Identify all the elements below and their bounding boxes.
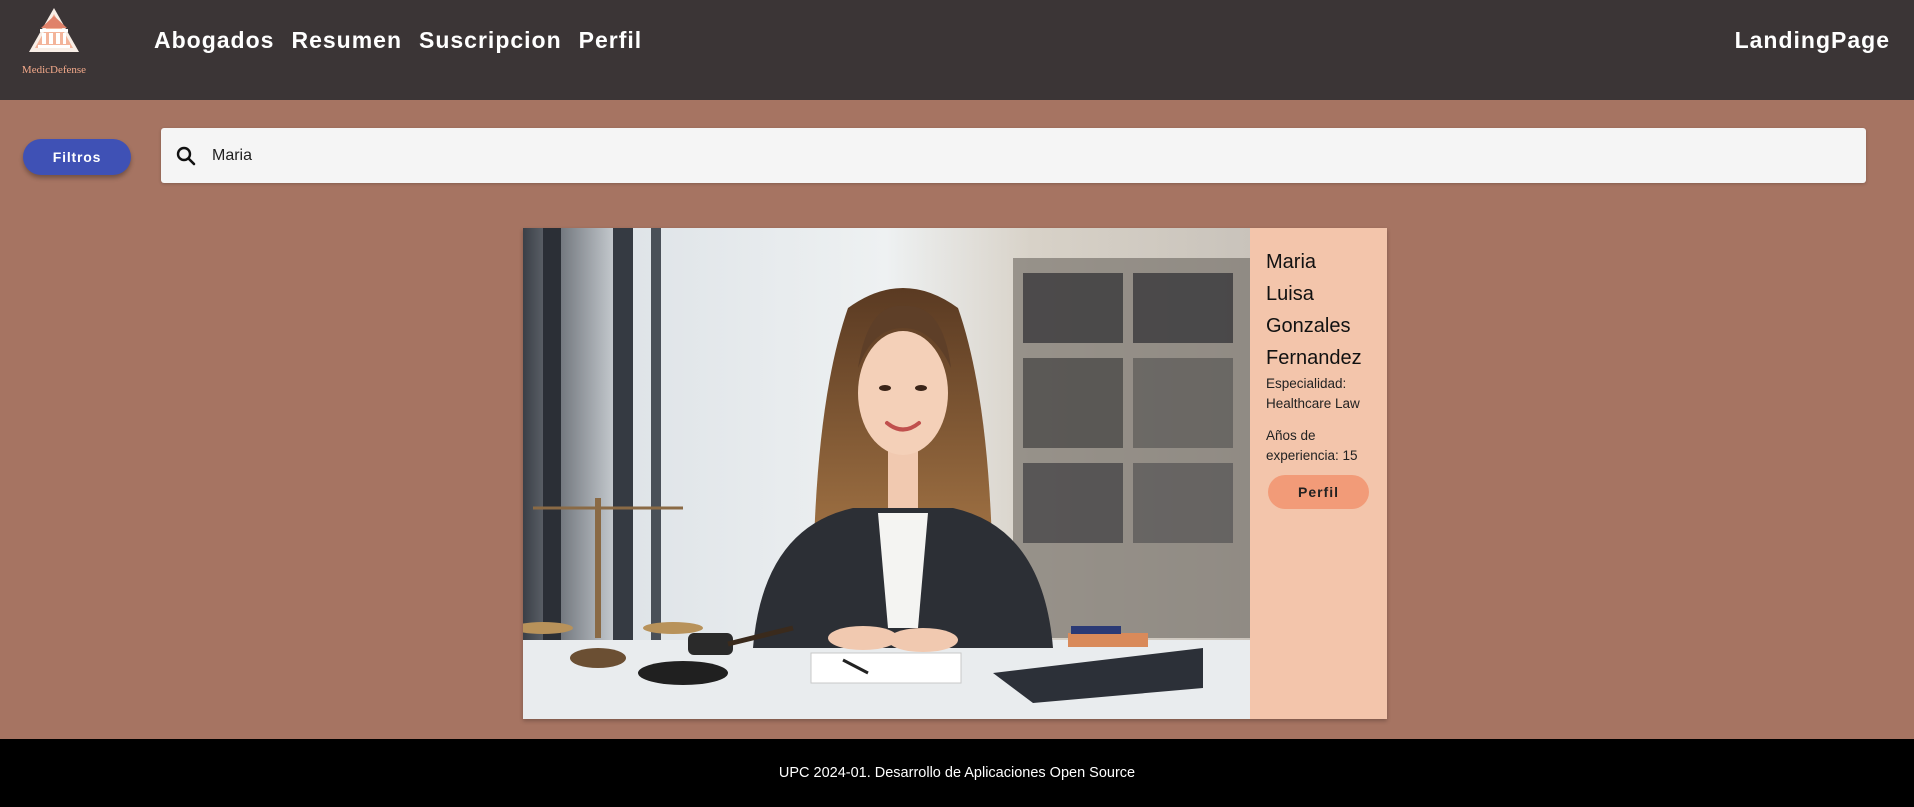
lawyer-name-line: Gonzales — [1266, 315, 1351, 337]
search-bar — [161, 128, 1866, 183]
main-nav: Abogados Resumen Suscripcion Perfil — [154, 24, 642, 56]
search-input[interactable] — [212, 140, 1812, 171]
nav-perfil[interactable]: Perfil — [579, 24, 643, 56]
nav-suscripcion[interactable]: Suscripcion — [419, 24, 562, 56]
nav-abogados[interactable]: Abogados — [154, 24, 274, 56]
footer: UPC 2024-01. Desarrollo de Aplicaciones … — [0, 739, 1914, 807]
lawyer-card: Maria Luisa Gonzales Fernandez Especiali… — [523, 228, 1387, 719]
lawyer-name: Maria Luisa Gonzales Fernandez — [1266, 246, 1375, 374]
lawyer-photo — [523, 228, 1250, 719]
logo-text: MedicDefense — [21, 64, 87, 76]
profile-button[interactable]: Perfil — [1268, 475, 1369, 509]
filters-button[interactable]: Filtros — [23, 139, 131, 175]
lawyer-specialty: Especialidad: Healthcare Law — [1266, 376, 1360, 411]
nav-resumen[interactable]: Resumen — [291, 24, 402, 56]
nav-landing-page[interactable]: LandingPage — [1735, 24, 1890, 56]
footer-text: UPC 2024-01. Desarrollo de Aplicaciones … — [778, 765, 1136, 781]
lawyer-photo-image — [523, 228, 1250, 719]
lawyer-name-line: Fernandez — [1266, 347, 1362, 369]
logo[interactable]: MedicDefense — [18, 6, 90, 80]
search-icon[interactable] — [174, 144, 198, 168]
lawyer-info-panel: Maria Luisa Gonzales Fernandez Especiali… — [1250, 228, 1387, 719]
courthouse-logo-icon — [29, 8, 79, 52]
top-navbar: MedicDefense Abogados Resumen Suscripcio… — [0, 0, 1914, 100]
lawyer-experience: Años de experiencia: 15 — [1266, 428, 1358, 463]
lawyer-name-line: Maria — [1266, 251, 1317, 273]
lawyer-name-line: Luisa — [1266, 283, 1314, 305]
